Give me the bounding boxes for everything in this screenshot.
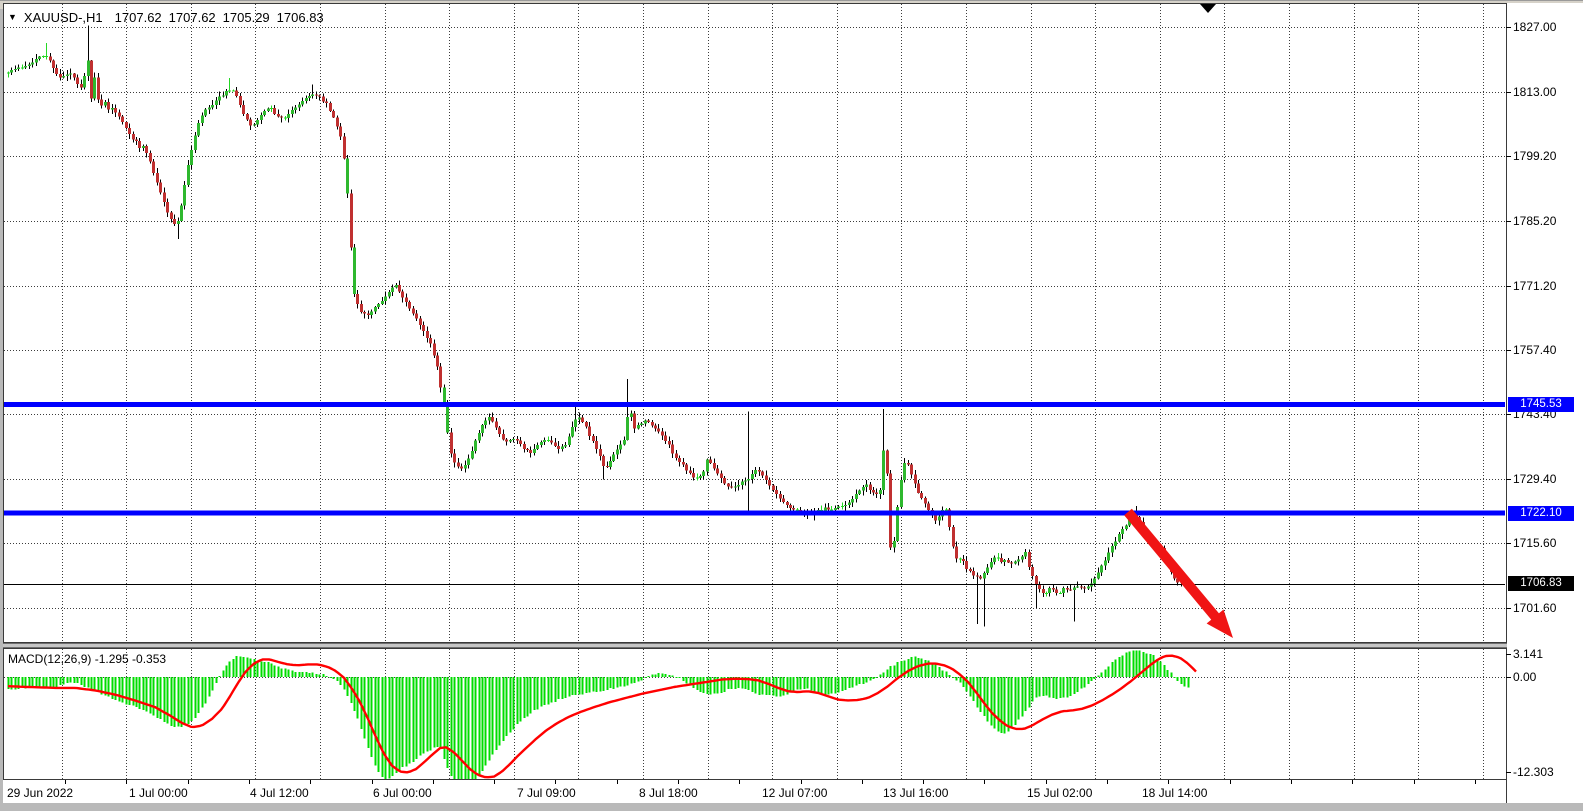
time-axis[interactable]	[3, 780, 1507, 803]
level-price-badge-1745[interactable]: 1745.53	[1508, 397, 1574, 412]
level-price-badge-1722[interactable]: 1722.10	[1508, 506, 1574, 521]
price-axis-label: 1701.60	[1513, 601, 1556, 615]
macd-axis-label: -12.303	[1513, 765, 1554, 779]
time-axis-label: 13 Jul 16:00	[883, 786, 948, 800]
time-axis-label: 15 Jul 02:00	[1027, 786, 1092, 800]
chart-ohlc-header: ▼ XAUUSD-,H1 1707.62 1707.62 1705.29 1706.83	[8, 10, 331, 25]
macd-axis-label: 0.00	[1513, 670, 1536, 684]
price-axis-label: 1799.20	[1513, 149, 1556, 163]
ohlc-close: 1706.83	[277, 10, 324, 25]
time-axis-label: 12 Jul 07:00	[762, 786, 827, 800]
price-axis-label: 1715.60	[1513, 536, 1556, 550]
macd-indicator-label: MACD(12,26,9) -1.295 -0.353	[8, 652, 166, 666]
current-price-badge: 1706.83	[1508, 576, 1574, 591]
time-axis-label: 18 Jul 14:00	[1142, 786, 1207, 800]
ohlc-low: 1705.29	[223, 10, 270, 25]
time-axis-label: 6 Jul 00:00	[373, 786, 432, 800]
macd-axis-label: 3.141	[1513, 647, 1543, 661]
price-axis-label: 1827.00	[1513, 20, 1556, 34]
price-axis-label: 1729.40	[1513, 472, 1556, 486]
macd-panel[interactable]	[3, 648, 1507, 780]
time-axis-label: 8 Jul 18:00	[639, 786, 698, 800]
symbol-dropdown-icon: ▼	[8, 12, 17, 22]
time-axis-label: 1 Jul 00:00	[129, 786, 188, 800]
time-axis-label: 29 Jun 2022	[7, 786, 73, 800]
price-axis-label: 1785.20	[1513, 214, 1556, 228]
mt4-chart-window: ▼XAUUSD-,H11707.621707.621705.291706.83 …	[0, 0, 1583, 811]
price-axis-label: 1771.20	[1513, 279, 1556, 293]
time-axis-label: 4 Jul 12:00	[250, 786, 309, 800]
ohlc-high: 1707.62	[169, 10, 216, 25]
price-chart-panel[interactable]	[3, 3, 1507, 643]
ohlc-open: 1707.62	[115, 10, 162, 25]
price-axis-label: 1813.00	[1513, 85, 1556, 99]
time-axis-label: 7 Jul 09:00	[517, 786, 576, 800]
symbol-timeframe-label: XAUUSD-,H1	[24, 10, 103, 25]
price-axis-label: 1757.40	[1513, 343, 1556, 357]
